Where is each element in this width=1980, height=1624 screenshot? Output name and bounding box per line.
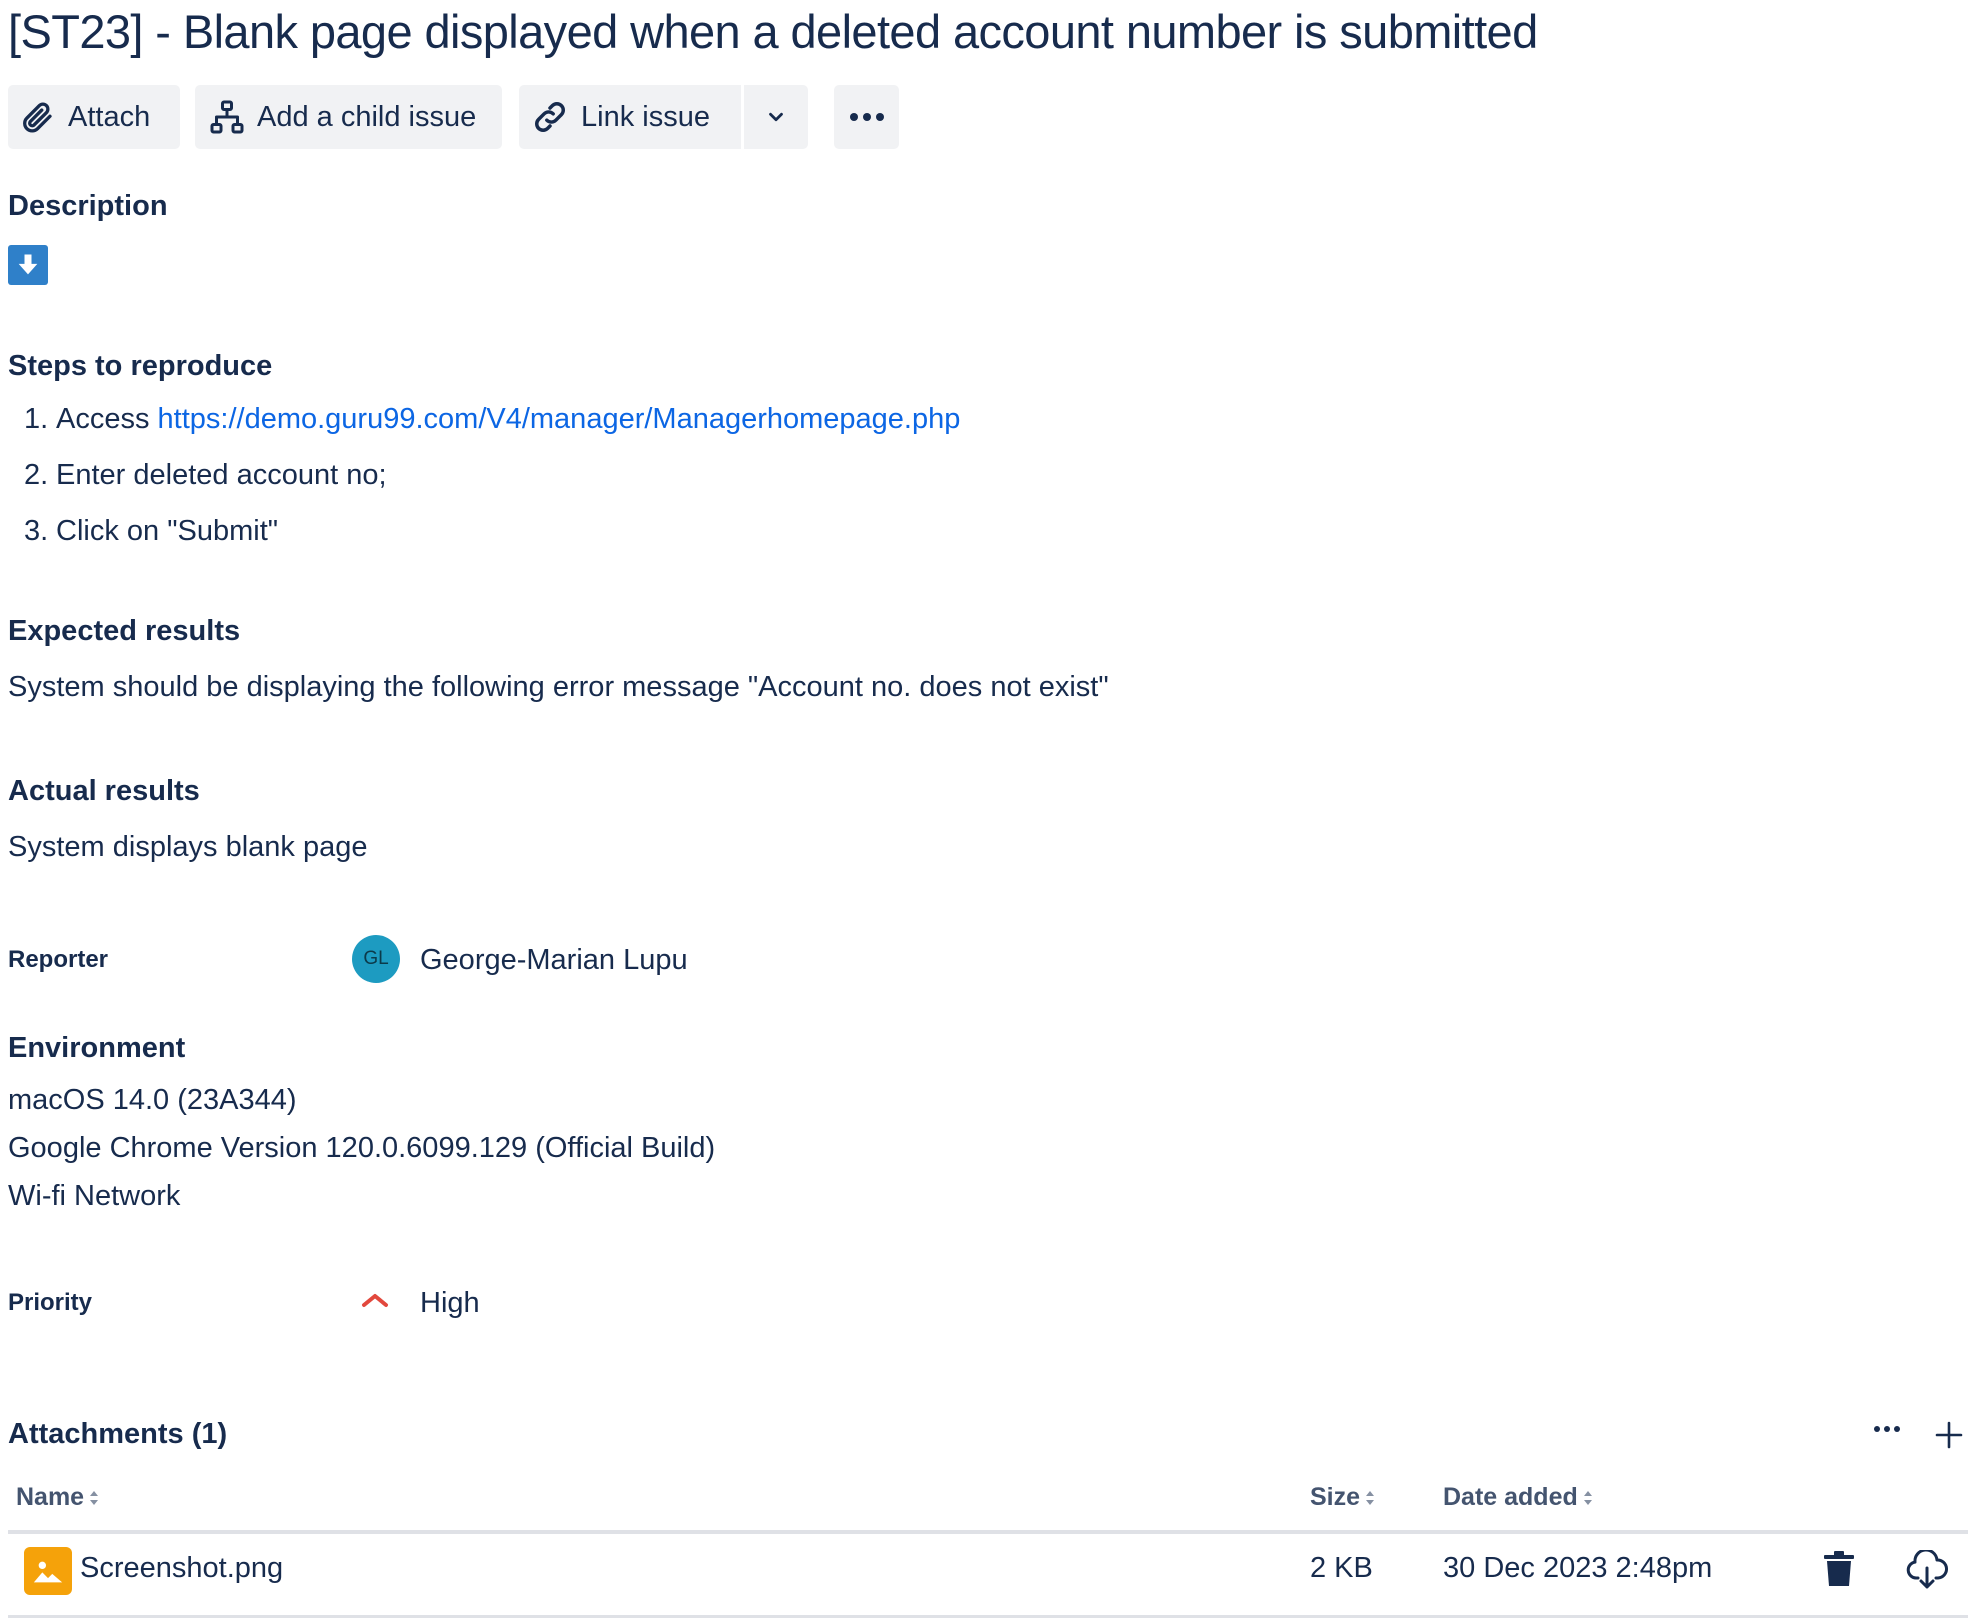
attachment-date-added: 30 Dec 2023 2:48pm [1443, 1552, 1713, 1584]
column-header-name-label: Name [16, 1483, 85, 1511]
sort-icon [1366, 1490, 1375, 1505]
step-text: Access [56, 403, 158, 435]
reporter-name[interactable]: George-Marian Lupu [420, 944, 688, 977]
priority-value[interactable]: High [420, 1287, 480, 1320]
environment-line: Wi-fi Network [8, 1180, 181, 1212]
more-actions-button[interactable] [834, 85, 899, 149]
sort-icon [1583, 1490, 1592, 1505]
steps-to-reproduce-heading: Steps to reproduce [8, 350, 273, 382]
environment-line: macOS 14.0 (23A344) [8, 1084, 297, 1116]
steps-list: 1. Access https://demo.guru99.com/V4/mana… [24, 398, 960, 566]
add-child-issue-button[interactable]: Add a child issue [195, 85, 502, 149]
link-issue-button[interactable]: Link issue [519, 85, 741, 149]
manager-homepage-link[interactable]: https://demo.guru99.com/V4/manager/Manag… [158, 403, 961, 435]
list-item: 3. Click on "Submit" [24, 510, 960, 566]
reporter-label: Reporter [8, 946, 109, 973]
cloud-download-icon[interactable] [1906, 1550, 1948, 1590]
actual-results-heading: Actual results [8, 775, 200, 807]
column-header-name[interactable]: Name [16, 1483, 100, 1512]
column-header-size[interactable]: Size [1310, 1483, 1376, 1512]
attach-button-label: Attach [68, 100, 151, 133]
column-header-date-added-label: Date added [1443, 1483, 1578, 1511]
priority-label: Priority [8, 1289, 93, 1316]
list-item: 2. Enter deleted account no; [24, 454, 960, 510]
step-number: 3. [24, 515, 49, 547]
chevron-down-icon [769, 112, 783, 122]
download-arrow-icon [8, 245, 48, 285]
hierarchy-icon [210, 100, 244, 134]
link-issue-dropdown-button[interactable] [744, 85, 808, 149]
environment-heading: Environment [8, 1032, 186, 1064]
step-text: Click on "Submit" [56, 515, 279, 547]
step-number: 2. [24, 459, 49, 491]
table-header-divider [8, 1530, 1968, 1534]
expected-results-text: System should be displaying the followin… [8, 671, 1109, 703]
attachment-file-name[interactable]: Screenshot.png [80, 1552, 283, 1585]
table-row-divider [8, 1615, 1968, 1618]
issue-title[interactable]: [ST23] - Blank page displayed when a del… [8, 4, 1538, 59]
priority-high-icon [362, 1294, 388, 1307]
avatar[interactable]: GL [352, 935, 400, 983]
paperclip-icon [23, 102, 52, 133]
list-item: 1. Access https://demo.guru99.com/V4/mana… [24, 398, 960, 454]
column-header-date-added[interactable]: Date added [1443, 1483, 1594, 1512]
attachment-size: 2 KB [1310, 1552, 1373, 1584]
step-number: 1. [24, 403, 49, 435]
link-issue-label: Link issue [581, 100, 710, 133]
trash-icon[interactable] [1822, 1550, 1856, 1588]
column-header-size-label: Size [1310, 1483, 1361, 1511]
attach-button[interactable]: Attach [8, 85, 180, 149]
expected-results-heading: Expected results [8, 615, 241, 647]
description-heading: Description [8, 190, 168, 222]
actual-results-text: System displays blank page [8, 831, 368, 863]
more-dots-icon [849, 113, 884, 121]
add-attachment-icon[interactable] [1934, 1420, 1964, 1450]
image-file-icon [24, 1547, 72, 1595]
environment-line: Google Chrome Version 120.0.6099.129 (Of… [8, 1132, 716, 1164]
link-icon [535, 102, 565, 132]
attachments-heading: Attachments (1) [8, 1418, 228, 1450]
add-child-issue-label: Add a child issue [257, 100, 477, 133]
step-text: Enter deleted account no; [56, 459, 387, 491]
attachments-more-icon[interactable] [1873, 1424, 1901, 1434]
sort-icon [90, 1490, 99, 1505]
